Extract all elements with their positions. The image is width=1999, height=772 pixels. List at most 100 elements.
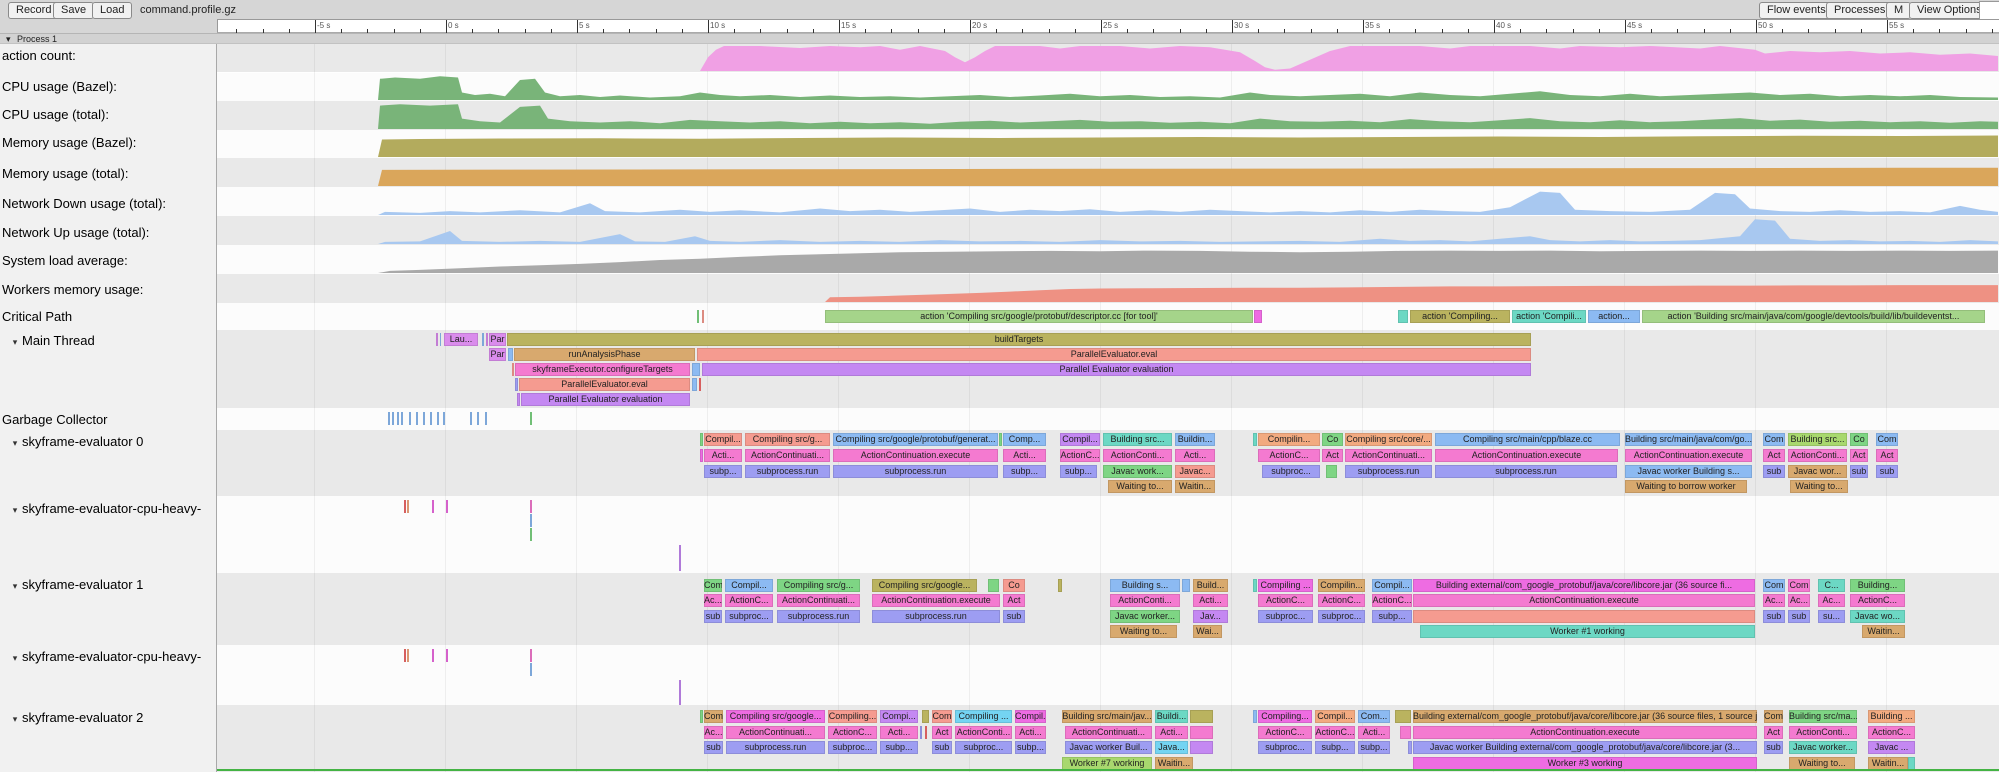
slice[interactable] [517,393,520,406]
slice[interactable]: ActionC... [1850,594,1905,607]
slice[interactable]: Co [1322,433,1343,446]
slice[interactable] [416,412,418,425]
load-button[interactable]: Load [92,2,132,19]
slice[interactable]: Co [1850,433,1868,446]
slice[interactable]: Acti... [880,726,918,739]
slice[interactable]: Wai... [1193,625,1222,638]
record-button[interactable]: Record [8,2,59,19]
slice[interactable] [697,310,699,323]
slice[interactable]: subproc... [828,741,877,754]
slice[interactable]: Com [932,710,952,723]
slice[interactable]: sub [1764,741,1783,754]
slice[interactable]: subp... [704,465,742,478]
slice[interactable]: sub [1763,610,1785,623]
slice[interactable] [1408,741,1412,754]
slice[interactable] [679,545,681,571]
slice[interactable]: ActionConti... [1789,726,1857,739]
slice[interactable]: sub [1850,465,1868,478]
collapse-arrow-icon[interactable]: ▾ [8,436,22,451]
slice[interactable]: Acti... [1175,449,1215,462]
slice[interactable]: Com [704,710,723,723]
slice[interactable]: ActionC... [1315,726,1355,739]
slice[interactable]: ActionContinuation.execute [1435,449,1618,462]
slice[interactable] [988,579,999,592]
slice[interactable]: Compiling ... [1258,579,1313,592]
slice[interactable]: ActionC... [1318,594,1365,607]
slice[interactable]: action 'Compili... [1512,310,1586,323]
slice[interactable]: Com [1763,579,1785,592]
slice[interactable]: Par [489,348,506,361]
slice[interactable]: Compilin... [1318,579,1365,592]
slice[interactable] [1253,710,1257,723]
slice[interactable]: Building external/com_google_protobuf/ja… [1413,710,1757,723]
collapse-arrow-icon[interactable]: ▾ [6,34,11,44]
slice[interactable]: subp... [1015,741,1046,754]
slice[interactable]: Act [1876,449,1898,462]
slice[interactable]: Compil... [1015,710,1046,723]
slice[interactable]: Javac wo... [1850,610,1905,623]
slice[interactable]: subprocess.run [1345,465,1432,478]
counter-chart-memory-usage-bazel[interactable] [0,131,1999,158]
slice[interactable] [1190,726,1213,739]
slice[interactable] [700,433,703,446]
slice[interactable]: Javac work... [1103,465,1172,478]
slice[interactable]: Compil... [725,579,773,592]
slice[interactable]: subproc... [1258,610,1313,623]
slice[interactable] [530,528,532,541]
slice[interactable]: Java... [1155,741,1188,754]
slice[interactable] [508,348,513,361]
slice[interactable]: Ac... [1818,594,1845,607]
slice[interactable]: Compiling src/google/protobuf/generat... [833,433,998,446]
slice[interactable] [401,412,403,425]
slice[interactable]: Javac worker Building external/com_googl… [1413,741,1757,754]
slice[interactable]: ActionConti... [955,726,1012,739]
slice[interactable]: Par [489,333,506,346]
slice[interactable]: action 'Compiling src/google/protobuf/de… [825,310,1253,323]
slice[interactable]: Acti... [1193,594,1228,607]
slice[interactable]: subproc... [1318,610,1365,623]
slice[interactable] [477,412,479,425]
slice[interactable] [432,649,434,662]
counter-chart-workers-memory-usage[interactable] [0,275,1999,303]
slice[interactable]: Acti... [1358,726,1390,739]
slice[interactable]: Build... [1193,579,1228,592]
slice[interactable]: Compiling... [828,710,877,723]
slice[interactable]: Com [1788,579,1810,592]
slice[interactable] [1190,741,1213,754]
slice[interactable]: Compiling src/main/cpp/blaze.cc [1435,433,1620,446]
slice[interactable]: Ac... [704,594,722,607]
slice[interactable] [700,449,703,462]
slice[interactable]: ActionC... [828,726,877,739]
slice[interactable] [486,333,488,346]
slice[interactable]: Compil... [1315,710,1355,723]
slice[interactable]: Waitin... [1862,625,1905,638]
slice[interactable] [530,514,532,527]
slice[interactable] [699,378,701,391]
slice[interactable]: ActionContinuation.execute [872,594,1000,607]
slice[interactable]: Act [1322,449,1343,462]
slice[interactable] [404,649,406,662]
slice[interactable]: Com [1764,710,1783,723]
slice[interactable]: Building src/main/java/com/go... [1625,433,1752,446]
slice[interactable]: ActionContinuati... [726,726,825,739]
slice[interactable]: Acti... [1003,449,1046,462]
slice[interactable]: Compiling ... [955,710,1012,723]
slice[interactable] [1190,710,1213,723]
slice[interactable]: action... [1588,310,1640,323]
slice[interactable] [485,412,487,425]
slice[interactable] [397,412,399,425]
slice[interactable] [700,710,703,723]
slice[interactable]: Ac... [1788,594,1810,607]
counter-chart-cpu-usage-total[interactable] [0,102,1999,130]
slice[interactable]: ActionContinuation.execute [1625,449,1752,462]
slice[interactable]: subprocess.run [726,741,825,754]
collapse-arrow-icon[interactable]: ▾ [8,579,22,594]
slice[interactable]: ActionContinuati... [745,449,830,462]
slice[interactable]: Compiling src/g... [777,579,860,592]
slice[interactable] [1254,310,1262,323]
search-box[interactable] [1979,1,1999,20]
slice[interactable]: Building ... [1868,710,1915,723]
collapse-arrow-icon[interactable]: ▾ [8,503,22,518]
slice[interactable]: subp... [1358,741,1390,754]
slice[interactable]: Javac worker... [1789,741,1857,754]
